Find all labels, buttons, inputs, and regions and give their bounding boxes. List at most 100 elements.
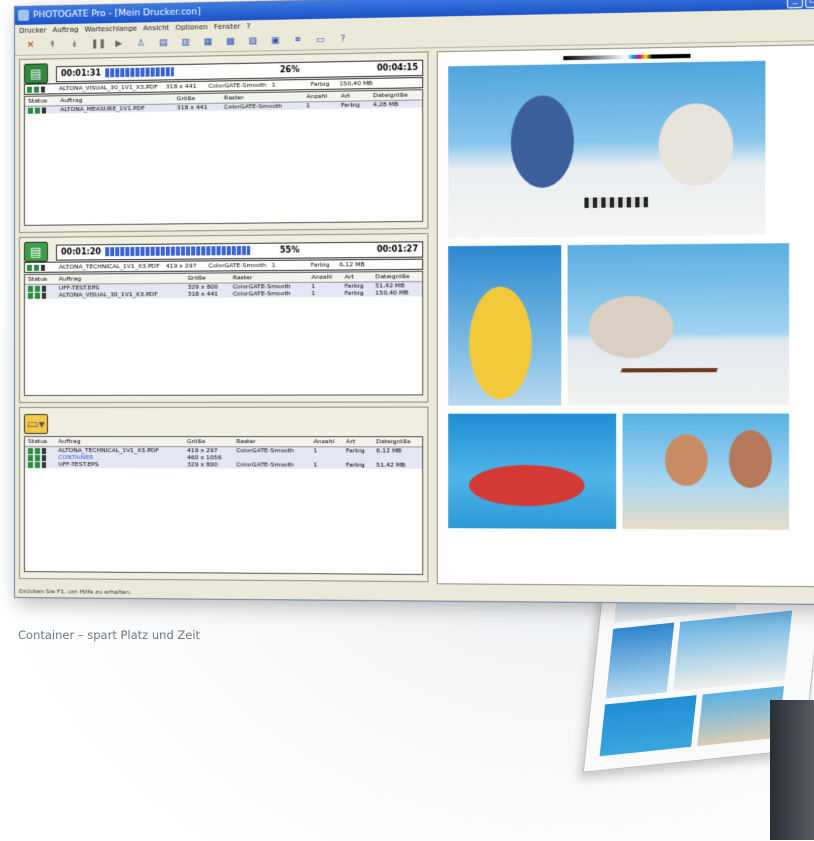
row-type: Farbig — [337, 100, 370, 109]
current-job-raster: ColorGATE-Smooth — [208, 261, 267, 270]
col-art[interactable]: Art — [341, 272, 373, 283]
current-job-type: Farbig — [310, 80, 330, 89]
figure-man — [510, 94, 574, 189]
preview-photo-deckchair[interactable] — [567, 243, 790, 406]
copy-icon[interactable]: ▦ — [202, 36, 213, 48]
printer-active-button[interactable]: ▤ — [23, 63, 48, 84]
menu-drucker[interactable]: Drucker — [19, 24, 47, 37]
pause-icon[interactable]: ❚❚ — [91, 38, 106, 50]
job-status-icons — [26, 263, 45, 272]
row-size: 318 x 441 — [173, 103, 221, 112]
menu-optionen[interactable]: Optionen — [175, 21, 208, 34]
app-icon — [17, 9, 29, 21]
row-status-icon — [24, 454, 56, 462]
printer-stand — [770, 700, 814, 840]
table-row[interactable]: UFF-TEST.EPS 329 x 800 ColorGATE-Smooth … — [24, 461, 423, 469]
hold-job-list[interactable]: Status Auftrag Größe Raster Anzahl Art D… — [23, 436, 424, 575]
print-icon[interactable]: ♙ — [135, 37, 146, 49]
figure-mother — [469, 286, 532, 400]
preview-photo-pool[interactable] — [448, 413, 617, 529]
col-status[interactable]: Status — [24, 96, 58, 107]
move-down-icon[interactable]: ↡ — [69, 39, 80, 51]
waiting-queue-panel: ▤ 00:01:20 55% 00:01:27 ALTONA_TECHNICAL… — [18, 233, 429, 403]
app-window: PHOTOGATE Pro - [Mein Drucker.con] _ □ ×… — [14, 0, 814, 606]
menu-warteschlange[interactable]: Warteschlange — [85, 23, 137, 36]
row-status-icon — [24, 105, 58, 114]
container-preview[interactable] — [436, 43, 814, 588]
row-job: ALTONA_TECHNICAL_1V1_X3.PDF — [55, 446, 184, 455]
figure-boy — [664, 434, 708, 486]
figure-woman — [658, 102, 734, 187]
col-raster[interactable]: Raster — [229, 272, 309, 283]
row-type — [342, 454, 374, 462]
row-status-icon — [24, 461, 56, 469]
row-count — [310, 454, 343, 462]
col-art[interactable]: Art — [342, 437, 374, 447]
col-groesse[interactable]: Größe — [183, 437, 234, 447]
window-controls: _ □ × — [786, 0, 814, 9]
printer-waiting-button[interactable]: ▤ — [23, 241, 48, 262]
col-anzahl[interactable]: Anzahl — [308, 272, 342, 283]
save-icon[interactable]: ▭ — [315, 34, 326, 46]
table-row[interactable]: ALTONA_VISUAL_30_1V1_X3.PDF 318 x 441 Co… — [24, 289, 423, 299]
col-raster[interactable]: Raster — [233, 437, 311, 447]
active-queue-panel: ▤ 00:01:31 26% 00:04:15 ALTONA_VISUAL_30… — [18, 51, 429, 233]
waiting-progress-percent: 55% — [279, 245, 300, 255]
preview-icon[interactable]: ▣ — [270, 35, 281, 47]
preview-photo-beach[interactable] — [622, 413, 790, 530]
layout-icon[interactable]: ▩ — [225, 36, 236, 48]
current-job-count: 1 — [271, 81, 276, 89]
row-job: ALTONA_VISUAL_30_1V1_X3.PDF — [55, 290, 185, 299]
current-job-filesize: 150,40 MB — [339, 79, 373, 88]
menu-ansicht[interactable]: Ansicht — [143, 22, 169, 35]
col-anzahl[interactable]: Anzahl — [303, 91, 338, 102]
delete-icon[interactable]: ✕ — [25, 40, 36, 52]
row-size: 329 x 800 — [183, 461, 234, 469]
col-status[interactable]: Status — [24, 274, 56, 285]
menu-help[interactable]: ? — [247, 20, 251, 32]
row-count: 1 — [310, 446, 343, 455]
hold-queue-button[interactable]: ▭▾ — [23, 413, 48, 435]
row-count: 1 — [308, 289, 342, 298]
hold-queue-panel: ▭▾ Status Auftrag Größe Raster Anzahl Ar… — [18, 406, 429, 583]
preview-photo-chess[interactable] — [448, 60, 766, 239]
maximize-button[interactable]: □ — [805, 0, 814, 9]
play-icon[interactable]: ▶ — [113, 38, 124, 50]
move-up-icon[interactable]: ↟ — [47, 39, 58, 51]
col-groesse[interactable]: Größe — [184, 273, 230, 284]
chess-board — [584, 196, 648, 208]
queue-icon[interactable]: ▥ — [180, 37, 191, 49]
col-dateigroesse[interactable]: Dateigröße — [373, 437, 423, 447]
minimize-button[interactable]: _ — [786, 0, 804, 9]
waiting-job-list[interactable]: Status Auftrag Größe Raster Anzahl Art D… — [23, 270, 424, 396]
job-settings-icon[interactable]: ▤ — [158, 37, 169, 49]
active-job-list[interactable]: Status Auftrag Größe Raster Anzahl Art D… — [23, 89, 424, 226]
col-art[interactable]: Art — [337, 91, 370, 102]
help-icon[interactable]: ? — [337, 34, 348, 46]
active-remaining-time: 00:04:15 — [376, 62, 419, 73]
crop-icon[interactable]: ⌗ — [292, 34, 303, 46]
row-count: 1 — [303, 101, 338, 110]
row-filesize: 51,42 MB — [373, 461, 423, 469]
col-dateigroesse[interactable]: Dateigröße — [372, 271, 423, 282]
current-job-size: 419 x 297 — [165, 262, 197, 270]
row-status-icon — [24, 291, 56, 299]
col-anzahl[interactable]: Anzahl — [310, 437, 343, 447]
menu-auftrag[interactable]: Auftrag — [53, 24, 79, 37]
menu-fenster[interactable]: Fenster — [214, 20, 240, 33]
row-type: Farbig — [341, 289, 373, 297]
color-control-strip — [563, 53, 691, 61]
current-job-count: 1 — [271, 261, 276, 270]
waiting-progress: 00:01:20 55% 00:01:27 — [55, 241, 424, 261]
row-raster: ColorGATE-Smooth — [233, 461, 311, 469]
preview-photo-mother-child[interactable] — [448, 245, 562, 406]
row-job: ALTONA_MEASURE_1V1.PDF — [57, 103, 174, 114]
col-status[interactable]: Status — [24, 437, 56, 447]
col-auftrag[interactable]: Auftrag — [55, 437, 184, 447]
row-job: UFF-TEST.EPS — [55, 461, 184, 469]
container-icon[interactable]: ▧ — [247, 35, 258, 47]
swim-ring — [469, 464, 585, 507]
status-bar: Drücken Sie F1, um Hilfe zu erhalten. — [18, 588, 132, 596]
deckchair — [620, 316, 738, 373]
row-type: Farbig — [342, 461, 374, 469]
